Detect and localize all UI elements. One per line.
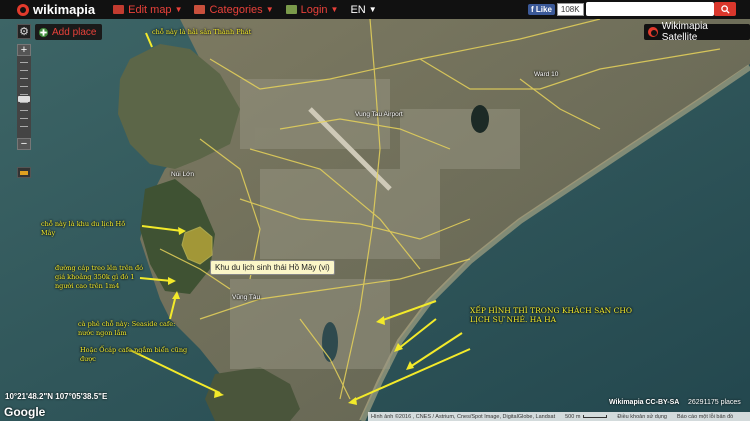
zoom-tick xyxy=(20,126,28,127)
edit-map-menu[interactable]: Edit map ▼ xyxy=(113,4,182,16)
places-count: 26291175 places xyxy=(688,399,741,406)
annotation-ocap: Hoặc Ốcáp cafe ngắm biển cũng được xyxy=(80,346,188,363)
coordinates-readout: 10°21'48.2"N 107°05'38.5"E xyxy=(5,392,108,401)
zoom-tick xyxy=(20,86,28,87)
zoom-tick xyxy=(20,110,28,111)
annotation-ho-may: chỗ này là khu du lịch Hồ Mây xyxy=(41,220,126,237)
annotation-seafood: chỗ này là hải sản Thành Phát xyxy=(152,28,252,36)
zoom-tick xyxy=(20,102,28,103)
layer-label: Wikimapia Satellite xyxy=(661,21,708,43)
top-navigation-bar: wikimapia Edit map ▼ Categories ▼ Login … xyxy=(0,0,750,19)
search-icon xyxy=(720,4,730,14)
categories-menu[interactable]: Categories ▼ xyxy=(194,3,274,16)
add-place-button[interactable]: Add place xyxy=(35,24,103,40)
settings-button[interactable]: ⚙ xyxy=(17,24,31,39)
google-logo: Google xyxy=(4,405,46,419)
wikimapia-logo[interactable]: wikimapia xyxy=(17,2,95,17)
zoom-slider[interactable] xyxy=(17,56,31,138)
layer-switcher[interactable]: Wikimapia Satellite xyxy=(644,21,750,43)
annotation-cable-car: đường cáp treo lên trên đó giá khoảng 35… xyxy=(55,264,144,290)
language-menu[interactable]: EN ▼ xyxy=(350,4,376,16)
annotation-cafe: cà phê chỗ này: Seaside cafe: nước ngon … xyxy=(78,320,176,337)
chevron-down-icon: ▼ xyxy=(368,5,377,14)
edit-icon xyxy=(113,5,125,14)
imagery-attribution: Hình ảnh ©2016 , CNES / Astrium, Cnes/Sp… xyxy=(371,413,556,420)
search-input[interactable] xyxy=(586,2,714,16)
pond xyxy=(322,322,338,362)
language-label: EN xyxy=(350,3,366,16)
edit-map-label: Edit map xyxy=(128,3,172,16)
place-tooltip[interactable]: Khu du lịch sinh thái Hồ Mây (vi) xyxy=(210,260,335,275)
login-label: Login xyxy=(300,3,328,16)
nui-lon-label: Núi Lớn xyxy=(171,171,195,178)
airport-label: Vung Tau Airport xyxy=(355,111,403,118)
wikimapia-logo-icon xyxy=(17,3,29,16)
facebook-like-button[interactable]: f Like xyxy=(528,4,555,15)
zoom-tick xyxy=(20,94,28,95)
license-credit[interactable]: Wikimapia CC-BY-SA xyxy=(609,399,679,406)
categories-icon xyxy=(194,5,206,14)
login-menu[interactable]: Login ▼ xyxy=(285,3,339,16)
wikimapia-page: wikimapia Edit map ▼ Categories ▼ Login … xyxy=(0,0,750,421)
search-button[interactable] xyxy=(714,2,736,16)
scale-line xyxy=(583,414,608,418)
gear-icon: ⚙ xyxy=(19,26,29,38)
facebook-like-count: 108K xyxy=(556,3,584,16)
report-error-link[interactable]: Báo cáo một lỗi bản đồ xyxy=(677,414,733,420)
scale-label: 500 m xyxy=(565,413,581,420)
zoom-tick xyxy=(20,62,28,63)
chevron-down-icon: ▼ xyxy=(174,5,183,14)
attribution-bar: Hình ảnh ©2016 , CNES / Astrium, Cnes/Sp… xyxy=(368,412,750,421)
zoom-out-button[interactable]: − xyxy=(17,138,31,150)
wikimapia-logo-icon xyxy=(648,27,658,37)
zoom-tick xyxy=(20,70,28,71)
annotation-hotel: XẾP HÌNH THÌ TRONG KHÁCH SẠN CHO LỊCH SỰ… xyxy=(470,306,633,324)
chevron-down-icon: ▼ xyxy=(265,5,274,14)
zoom-tick xyxy=(20,118,28,119)
zoom-tick xyxy=(20,78,28,79)
brand-name: wikimapia xyxy=(33,2,96,17)
add-place-icon xyxy=(38,27,49,37)
lake xyxy=(471,105,489,133)
terms-link[interactable]: Điều khoản sử dụng xyxy=(617,414,667,420)
layers-toggle[interactable] xyxy=(17,167,31,178)
login-icon xyxy=(285,5,297,14)
zoom-slider-handle[interactable] xyxy=(18,96,30,102)
zoom-in-button[interactable]: + xyxy=(17,44,31,56)
zoom-control: + − xyxy=(17,44,31,150)
facebook-like[interactable]: f Like 108K xyxy=(528,3,584,16)
facebook-like-label: Like xyxy=(535,5,552,14)
vung-tau-label: Vũng Tàu xyxy=(232,294,261,301)
add-place-label: Add place xyxy=(52,26,97,38)
ward-label: Ward 10 xyxy=(534,71,559,78)
chevron-down-icon: ▼ xyxy=(330,5,339,14)
categories-label: Categories xyxy=(209,3,263,16)
scale-bar: 500 m xyxy=(565,413,608,420)
